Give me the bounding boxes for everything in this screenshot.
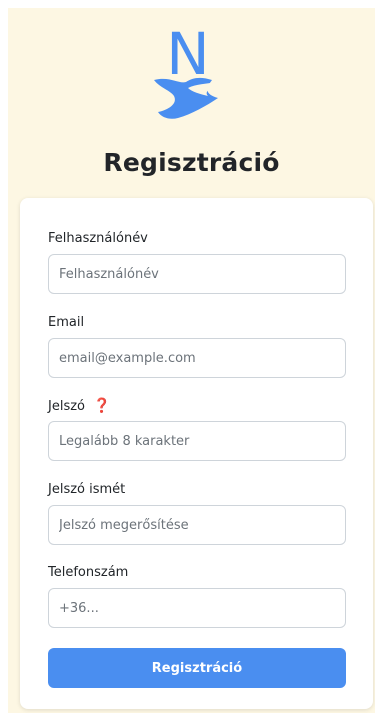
email-label: Email (48, 315, 85, 330)
email-field: Email (48, 314, 346, 378)
password-label-row: Jelszó ❓ (48, 397, 346, 415)
password-field: Jelszó ❓ (48, 397, 346, 461)
page-title: Regisztráció (103, 148, 280, 177)
question-mark-icon[interactable]: ❓ (93, 397, 110, 415)
phone-label: Telefonszám (48, 565, 129, 580)
username-input[interactable] (48, 254, 346, 294)
password-label: Jelszó (48, 399, 85, 414)
phone-input[interactable] (48, 588, 346, 628)
password-input[interactable] (48, 421, 346, 461)
username-field: Felhasználónév (48, 230, 346, 294)
password-confirm-label: Jelszó ismét (48, 482, 126, 497)
email-input[interactable] (48, 338, 346, 378)
register-button[interactable]: Regisztráció (48, 648, 346, 688)
password-confirm-field: Jelszó ismét (48, 481, 346, 545)
logo-icon: N (154, 22, 218, 119)
phone-field: Telefonszám (48, 564, 346, 628)
password-confirm-input[interactable] (48, 505, 346, 545)
registration-card: Felhasználónév Email Jelszó ❓ Jelszó ismé… (20, 198, 373, 709)
page-background: N Regisztráció Felhasználónév Email Jels… (8, 8, 375, 713)
username-label: Felhasználónév (48, 231, 148, 246)
